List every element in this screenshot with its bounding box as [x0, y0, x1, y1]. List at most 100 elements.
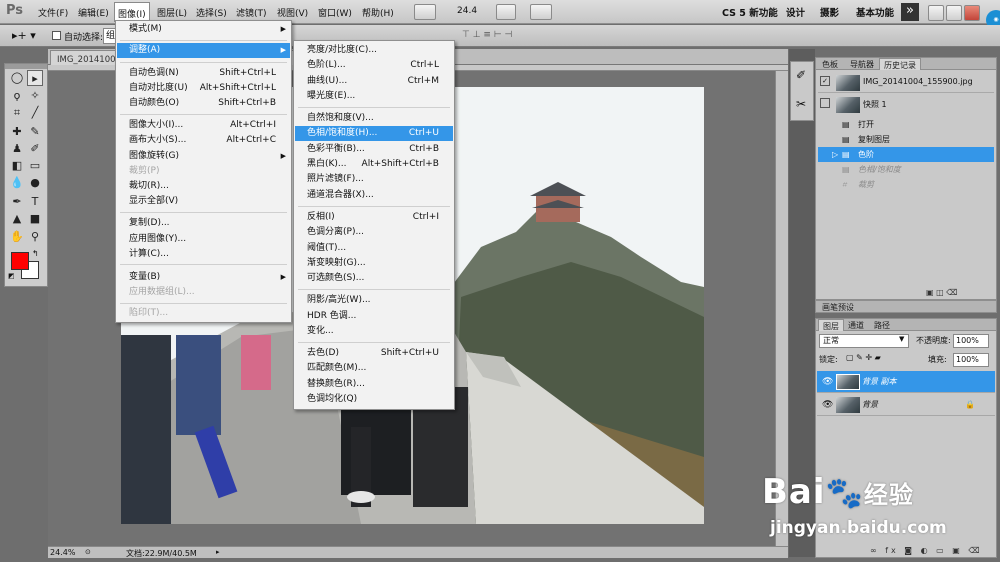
fill-field[interactable]: 100% — [953, 353, 989, 367]
auto-select-checkbox[interactable] — [52, 31, 61, 40]
menu-image[interactable]: 图像(I) — [114, 2, 150, 22]
image-menu-item[interactable]: 调整(A) ▶ — [117, 43, 290, 58]
hand-tool-icon[interactable]: ✋ — [9, 229, 25, 245]
eraser-tool-icon[interactable]: ◧ — [9, 158, 25, 174]
menu-select[interactable]: 选择(S) — [196, 6, 227, 19]
align-icons[interactable]: ⊤ ⊥ ≡ ⊢ ⊣ — [462, 30, 512, 40]
zoom-level-field[interactable]: 24.4 — [457, 6, 477, 16]
clone-stamp-icon[interactable]: ♟ — [9, 141, 25, 157]
lasso-tool-icon[interactable]: ϙ — [9, 88, 25, 104]
adjust-menu-item[interactable]: 变化... — [295, 324, 453, 339]
history-step-open[interactable]: ▤ 打开 — [818, 117, 994, 132]
tab-brush-presets[interactable]: 画笔预设 — [818, 301, 858, 313]
image-menu-item[interactable]: 裁剪(P) — [117, 164, 290, 179]
history-snapshot[interactable]: 快照 1 — [818, 95, 994, 115]
marquee-tool-icon[interactable]: ◯ — [9, 70, 25, 86]
adjust-menu-item[interactable]: 可选颜色(S)... — [295, 271, 453, 286]
view-extras-button[interactable] — [530, 4, 552, 20]
adjust-menu-item[interactable]: 反相(I) Ctrl+I — [295, 210, 453, 225]
adjust-menu-item[interactable]: 匹配颜色(M)... — [295, 361, 453, 376]
image-menu-item[interactable]: 模式(M) ▶ — [117, 22, 290, 37]
default-colors-icon[interactable]: ◩ — [8, 272, 15, 280]
move-tool-icon[interactable]: ▸+ ▾ — [12, 29, 36, 42]
history-brush-icon[interactable]: ✐ — [27, 141, 43, 157]
pen-tool-icon[interactable]: ✒ — [9, 194, 25, 210]
type-tool-icon[interactable]: T — [27, 194, 43, 210]
menu-help[interactable]: 帮助(H) — [362, 6, 394, 19]
adjust-menu-item[interactable]: 亮度/对比度(C)... — [295, 43, 453, 58]
minimize-button[interactable] — [928, 5, 944, 21]
layer-background-copy[interactable]: 👁 背景 副本 — [817, 371, 995, 393]
image-menu-item[interactable]: 变量(B) ▶ — [117, 270, 290, 285]
workspace-essentials[interactable]: 基本功能 — [856, 5, 894, 19]
adjust-menu-item[interactable]: 阈值(T)... — [295, 241, 453, 256]
layer-background[interactable]: 👁 背景 🔒 — [817, 394, 995, 416]
tab-navigator[interactable]: 导航器 — [846, 58, 878, 70]
history-footer-icons[interactable]: ▣ ◫ ⌫ — [926, 288, 958, 297]
tab-history[interactable]: 历史记录 — [879, 58, 921, 70]
dodge-tool-icon[interactable]: ● — [27, 175, 43, 191]
history-step-hue-saturation[interactable]: ▤ 色相/饱和度 — [818, 162, 994, 177]
tools-preset-icon[interactable]: ✂ — [796, 97, 806, 111]
source-brush-icon[interactable]: ✓ — [820, 76, 830, 86]
menu-layer[interactable]: 图层(L) — [157, 6, 187, 19]
status-icon[interactable]: ⊙ — [85, 548, 91, 556]
adjust-menu-item[interactable]: 照片滤镜(F)... — [295, 172, 453, 187]
adjust-menu-item[interactable]: 阴影/高光(W)... — [295, 293, 453, 308]
adjust-menu-item[interactable]: 色相/饱和度(H)... Ctrl+U — [295, 126, 453, 141]
layers-footer-icons[interactable]: ∞ fx ◙ ◐ ▭ ▣ ⌫ — [870, 546, 983, 555]
adjust-menu-item[interactable]: 黑白(K)... Alt+Shift+Ctrl+B — [295, 157, 453, 172]
zoom-status[interactable]: 24.4% — [50, 548, 75, 557]
arrange-button[interactable] — [496, 4, 516, 20]
history-snapshot-file[interactable]: ✓ IMG_20141004_155900.jpg — [818, 73, 994, 93]
menu-edit[interactable]: 编辑(E) — [78, 6, 109, 19]
tab-swatches[interactable]: 色板 — [818, 58, 842, 70]
tab-paths[interactable]: 路径 — [870, 319, 894, 331]
menu-window[interactable]: 窗口(W) — [318, 6, 352, 19]
image-menu-item[interactable]: 自动颜色(O) Shift+Ctrl+B — [117, 96, 290, 111]
adjust-menu-item[interactable]: 替换颜色(R)... — [295, 377, 453, 392]
swap-colors-icon[interactable]: ↰ — [32, 249, 39, 258]
history-brush-panel-icon[interactable]: ✐ — [796, 68, 806, 82]
workspace-overflow-button[interactable]: » — [901, 3, 919, 21]
image-menu-item[interactable]: 画布大小(S)... Alt+Ctrl+C — [117, 133, 290, 148]
opacity-field[interactable]: 100% — [953, 334, 989, 348]
image-menu-item[interactable]: 图像大小(I)... Alt+Ctrl+I — [117, 118, 290, 133]
image-menu-item[interactable]: 显示全部(V) — [117, 194, 290, 209]
history-step-duplicate[interactable]: ▤ 复制图层 — [818, 132, 994, 147]
image-menu-item[interactable]: 陷印(T)... — [117, 306, 290, 321]
image-menu-item[interactable]: 复制(D)... — [117, 216, 290, 231]
adjust-menu-item[interactable]: 色阶(L)... Ctrl+L — [295, 58, 453, 73]
history-step-crop[interactable]: ⌗ 裁剪 — [818, 177, 994, 192]
adjust-menu-item[interactable]: 通道混合器(X)... — [295, 188, 453, 203]
image-menu-item[interactable]: 图像旋转(G) ▶ — [117, 149, 290, 164]
workspace-design[interactable]: 设计 — [786, 5, 805, 19]
menu-view[interactable]: 视图(V) — [277, 6, 308, 19]
source-checkbox[interactable] — [820, 98, 830, 108]
workspace-cs5-new[interactable]: CS 5 新功能 — [722, 5, 778, 19]
image-menu-item[interactable]: 应用数据组(L)... — [117, 285, 290, 300]
adjust-menu-item[interactable]: HDR 色调... — [295, 309, 453, 324]
lock-icons[interactable]: ▢ ✎ ✛ ▰ — [846, 353, 881, 362]
menu-filter[interactable]: 滤镜(T) — [236, 6, 267, 19]
shape-tool-icon[interactable]: ■ — [27, 211, 43, 227]
adjust-menu-item[interactable]: 自然饱和度(V)... — [295, 111, 453, 126]
foreground-color-swatch[interactable] — [11, 252, 29, 270]
adjust-menu-item[interactable]: 色调分离(P)... — [295, 225, 453, 240]
tab-layers[interactable]: 图层 — [818, 319, 844, 331]
status-arrow-icon[interactable]: ▸ — [216, 548, 220, 556]
adjust-menu-item[interactable]: 色彩平衡(B)... Ctrl+B — [295, 142, 453, 157]
adjust-menu-item[interactable]: 去色(D) Shift+Ctrl+U — [295, 346, 453, 361]
visibility-eye-icon[interactable]: 👁 — [822, 394, 833, 416]
image-menu-item[interactable]: 自动对比度(U) Alt+Shift+Ctrl+L — [117, 81, 290, 96]
menu-file[interactable]: 文件(F) — [38, 6, 68, 19]
workspace-photography[interactable]: 摄影 — [820, 5, 839, 19]
healing-brush-icon[interactable]: ✚ — [9, 124, 25, 140]
magic-wand-icon[interactable]: ✧ — [27, 88, 43, 104]
history-step-levels[interactable]: ▷ ▤ 色阶 — [818, 147, 994, 162]
crop-tool-icon[interactable]: ⌗ — [9, 105, 25, 121]
image-menu-item[interactable]: 计算(C)... — [117, 247, 290, 262]
path-selection-icon[interactable]: ▲ — [9, 211, 25, 227]
close-button[interactable] — [964, 5, 980, 21]
image-menu-item[interactable]: 裁切(R)... — [117, 179, 290, 194]
